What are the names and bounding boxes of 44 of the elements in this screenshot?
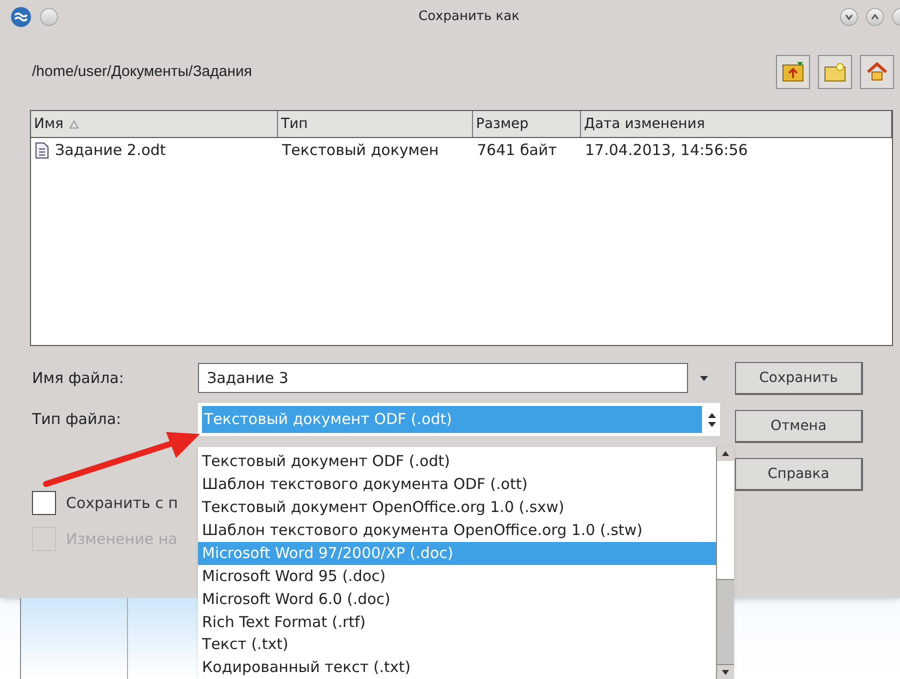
home-button[interactable]	[860, 55, 894, 89]
field-label: Тип файла:	[32, 409, 122, 430]
file-type-option[interactable]: Шаблон текстового документа ODF (.ott)	[198, 472, 716, 496]
file-type-option[interactable]: Текстовый документ ODF (.odt)	[198, 450, 716, 473]
maximize-button[interactable]	[866, 8, 884, 26]
chevron-up-icon	[871, 13, 879, 21]
chevron-down-icon	[845, 13, 853, 21]
table-cell-text: Задание 2.odt	[55, 140, 166, 161]
dialog-button[interactable]: Отмена	[735, 410, 863, 443]
column-header[interactable]: Дата изменения	[581, 111, 892, 137]
scrollbar[interactable]	[716, 447, 734, 679]
new-folder-icon	[824, 62, 846, 82]
file-type-option[interactable]: Rich Text Format (.rtf)	[198, 610, 716, 634]
menu-button[interactable]	[40, 8, 58, 26]
app-icon	[10, 6, 32, 28]
column-header[interactable]: Размер	[473, 111, 581, 137]
sort-arrow-icon	[69, 120, 80, 128]
table-cell-text: 7641 байт	[477, 140, 557, 161]
folder-up-icon	[782, 62, 804, 82]
table-cell-text: Текстовый докумен	[282, 140, 439, 161]
checkbox[interactable]	[32, 491, 56, 515]
file-type-option[interactable]: Текст (.txt)	[198, 633, 716, 656]
dialog-button[interactable]: Справка	[735, 458, 863, 491]
new-folder-button[interactable]	[818, 55, 852, 89]
file-type-option[interactable]: Microsoft Word 95 (.doc)	[198, 564, 716, 588]
table-cell-text: 17.04.2013, 14:56:56	[585, 140, 748, 161]
checkbox-label: Сохранить с п	[66, 492, 178, 514]
caret-down-icon	[700, 376, 708, 380]
minimize-button[interactable]	[840, 8, 858, 26]
file-type-option[interactable]: Шаблон текстового документа OpenOffice.org 1.0 (.stw)	[198, 518, 716, 542]
up-folder-button[interactable]	[776, 55, 810, 89]
folder-path: /home/user/Документы/Задания	[32, 62, 253, 82]
dialog-button[interactable]: Сохранить	[735, 362, 863, 395]
field-label: Имя файла:	[32, 368, 125, 389]
file-type-option[interactable]: Текстовый документ OpenOffice.org 1.0 (.sxw)	[198, 496, 716, 519]
home-icon	[866, 62, 888, 82]
window-title: Сохранить как	[418, 8, 520, 26]
document-icon	[35, 142, 49, 158]
file-name-field[interactable]: Задание 3	[198, 363, 688, 393]
column-header[interactable]: Имя	[31, 111, 278, 137]
selected-file-type: Текстовый документ ODF (.odt)	[202, 406, 702, 433]
file-type-option[interactable]: Microsoft Word 6.0 (.doc)	[198, 587, 716, 610]
file-type-option[interactable]: Кодированный текст (.txt)	[198, 656, 716, 679]
column-header[interactable]: Тип	[278, 111, 473, 137]
